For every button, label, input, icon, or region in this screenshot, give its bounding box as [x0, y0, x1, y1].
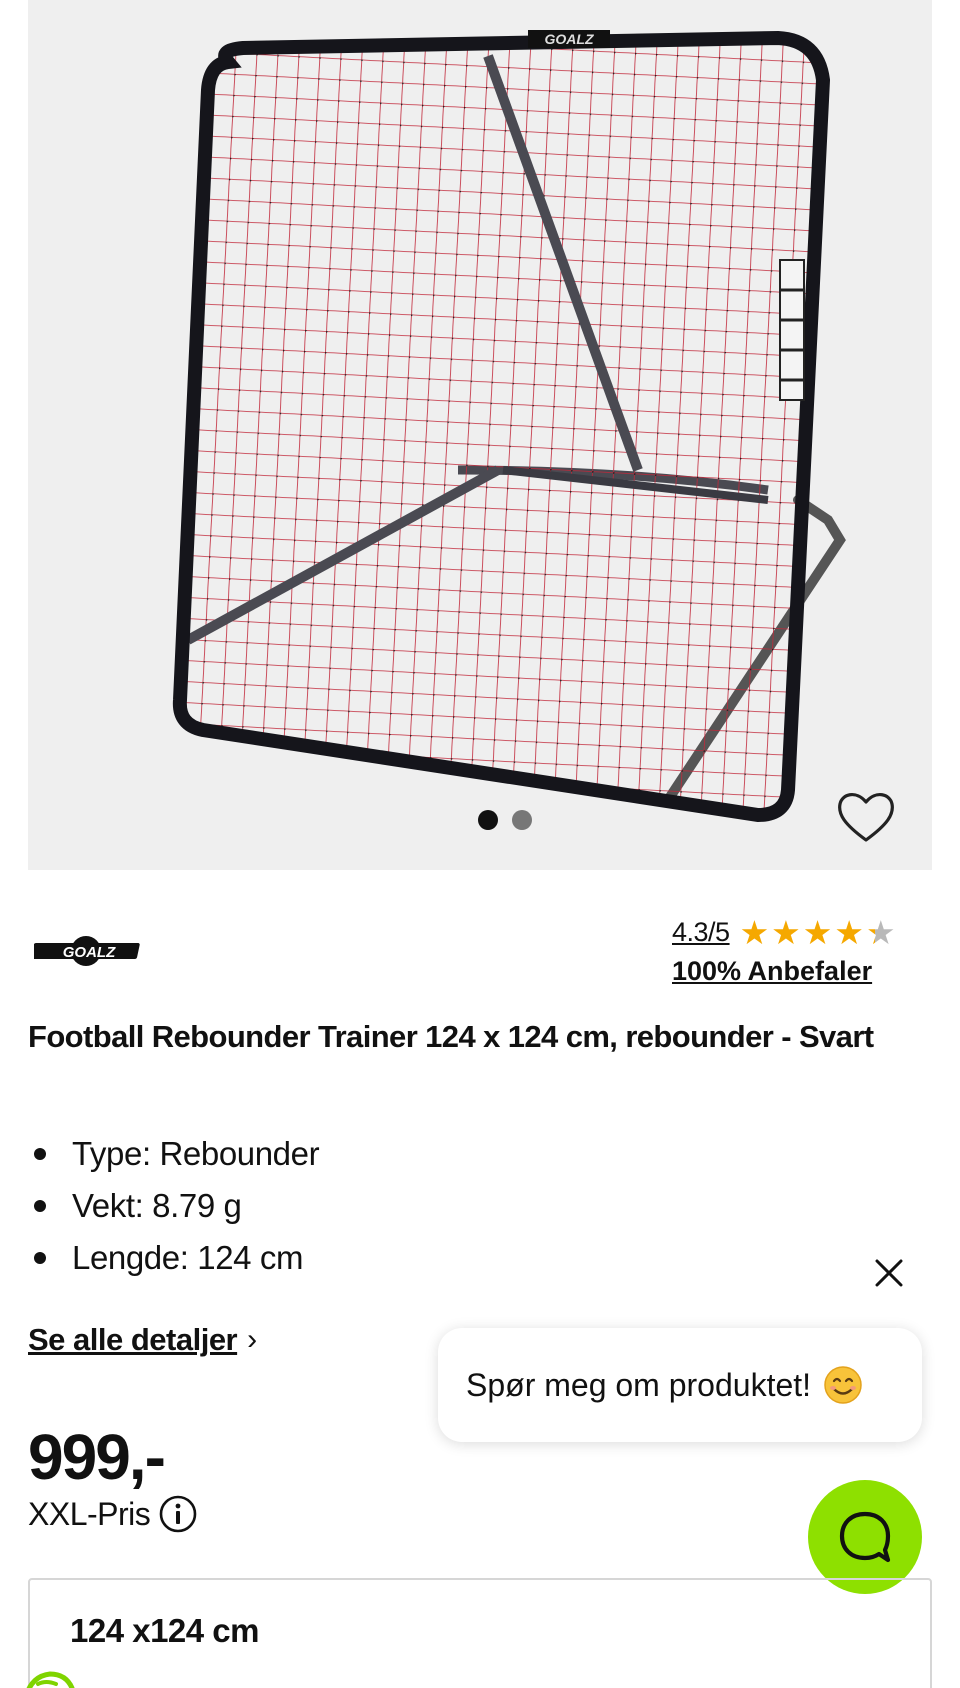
- spec-list: Type: Rebounder Vekt: 8.79 g Lengde: 124…: [28, 1128, 320, 1284]
- rating-block[interactable]: 4.3/5 ★ ★ ★ ★ ★ 100% Anbefaler: [672, 912, 934, 987]
- spec-item: Vekt: 8.79 g: [28, 1180, 319, 1232]
- price-label-row: XXL-Pris: [28, 1494, 198, 1534]
- price-amount: 999,-: [28, 1421, 166, 1493]
- chat-button[interactable]: [808, 1480, 922, 1594]
- bullet-icon: [34, 1148, 46, 1160]
- spec-item: Lengde: 124 cm: [28, 1232, 319, 1284]
- price-label: XXL-Pris: [28, 1495, 151, 1532]
- close-icon[interactable]: [872, 1256, 906, 1290]
- bullet-icon: [34, 1252, 46, 1264]
- product-image-gallery[interactable]: GOALZ: [28, 0, 932, 870]
- rating-stars: ★ ★ ★ ★ ★: [740, 916, 896, 949]
- product-title: Football Rebounder Trainer 124 x 124 cm,…: [28, 1019, 874, 1054]
- smiling-face-icon: [824, 1366, 862, 1404]
- product-image: GOALZ: [172, 30, 846, 823]
- size-selected-value: 124 x124 cm: [70, 1612, 260, 1649]
- frame-brand-label: GOALZ: [545, 31, 594, 47]
- heart-outline-icon[interactable]: [836, 788, 896, 844]
- gallery-pagination: [478, 810, 532, 830]
- spec-text: Vekt: 8.79 g: [72, 1187, 242, 1224]
- star-icon: ★: [739, 913, 770, 951]
- star-icon: ★: [771, 913, 801, 951]
- star-icon: ★: [834, 913, 864, 951]
- chat-bubble-icon: [839, 1511, 891, 1563]
- brand-logo-text: GOALZ: [63, 944, 116, 961]
- bullet-icon: [34, 1200, 46, 1212]
- see-all-details-label[interactable]: Se alle detaljer: [28, 1322, 238, 1358]
- loading-spinner-icon: [26, 1671, 75, 1688]
- rating-score[interactable]: 4.3/5: [672, 917, 730, 948]
- spec-text: Lengde: 124 cm: [72, 1239, 304, 1276]
- chat-prompt-text: Spør meg om produktet!: [466, 1366, 812, 1403]
- chat-prompt-bubble[interactable]: Spør meg om produktet!: [438, 1328, 922, 1442]
- star-icon: ★: [802, 913, 833, 951]
- partial-star-icon: ★: [865, 913, 896, 951]
- chevron-right-icon: ›: [247, 1323, 257, 1356]
- spec-text: Type: Rebounder: [72, 1135, 320, 1172]
- spec-item: Type: Rebounder: [28, 1128, 320, 1180]
- gallery-dot-2[interactable]: [512, 810, 532, 830]
- size-selector[interactable]: 124 x124 cm: [28, 1578, 932, 1688]
- recommend-link[interactable]: 100% Anbefaler: [672, 956, 934, 987]
- see-all-details-link[interactable]: Se alle detaljer ›: [28, 1322, 257, 1358]
- info-icon[interactable]: [158, 1494, 198, 1534]
- gallery-dot-1[interactable]: [478, 810, 498, 830]
- brand-logo[interactable]: GOALZ: [34, 934, 144, 968]
